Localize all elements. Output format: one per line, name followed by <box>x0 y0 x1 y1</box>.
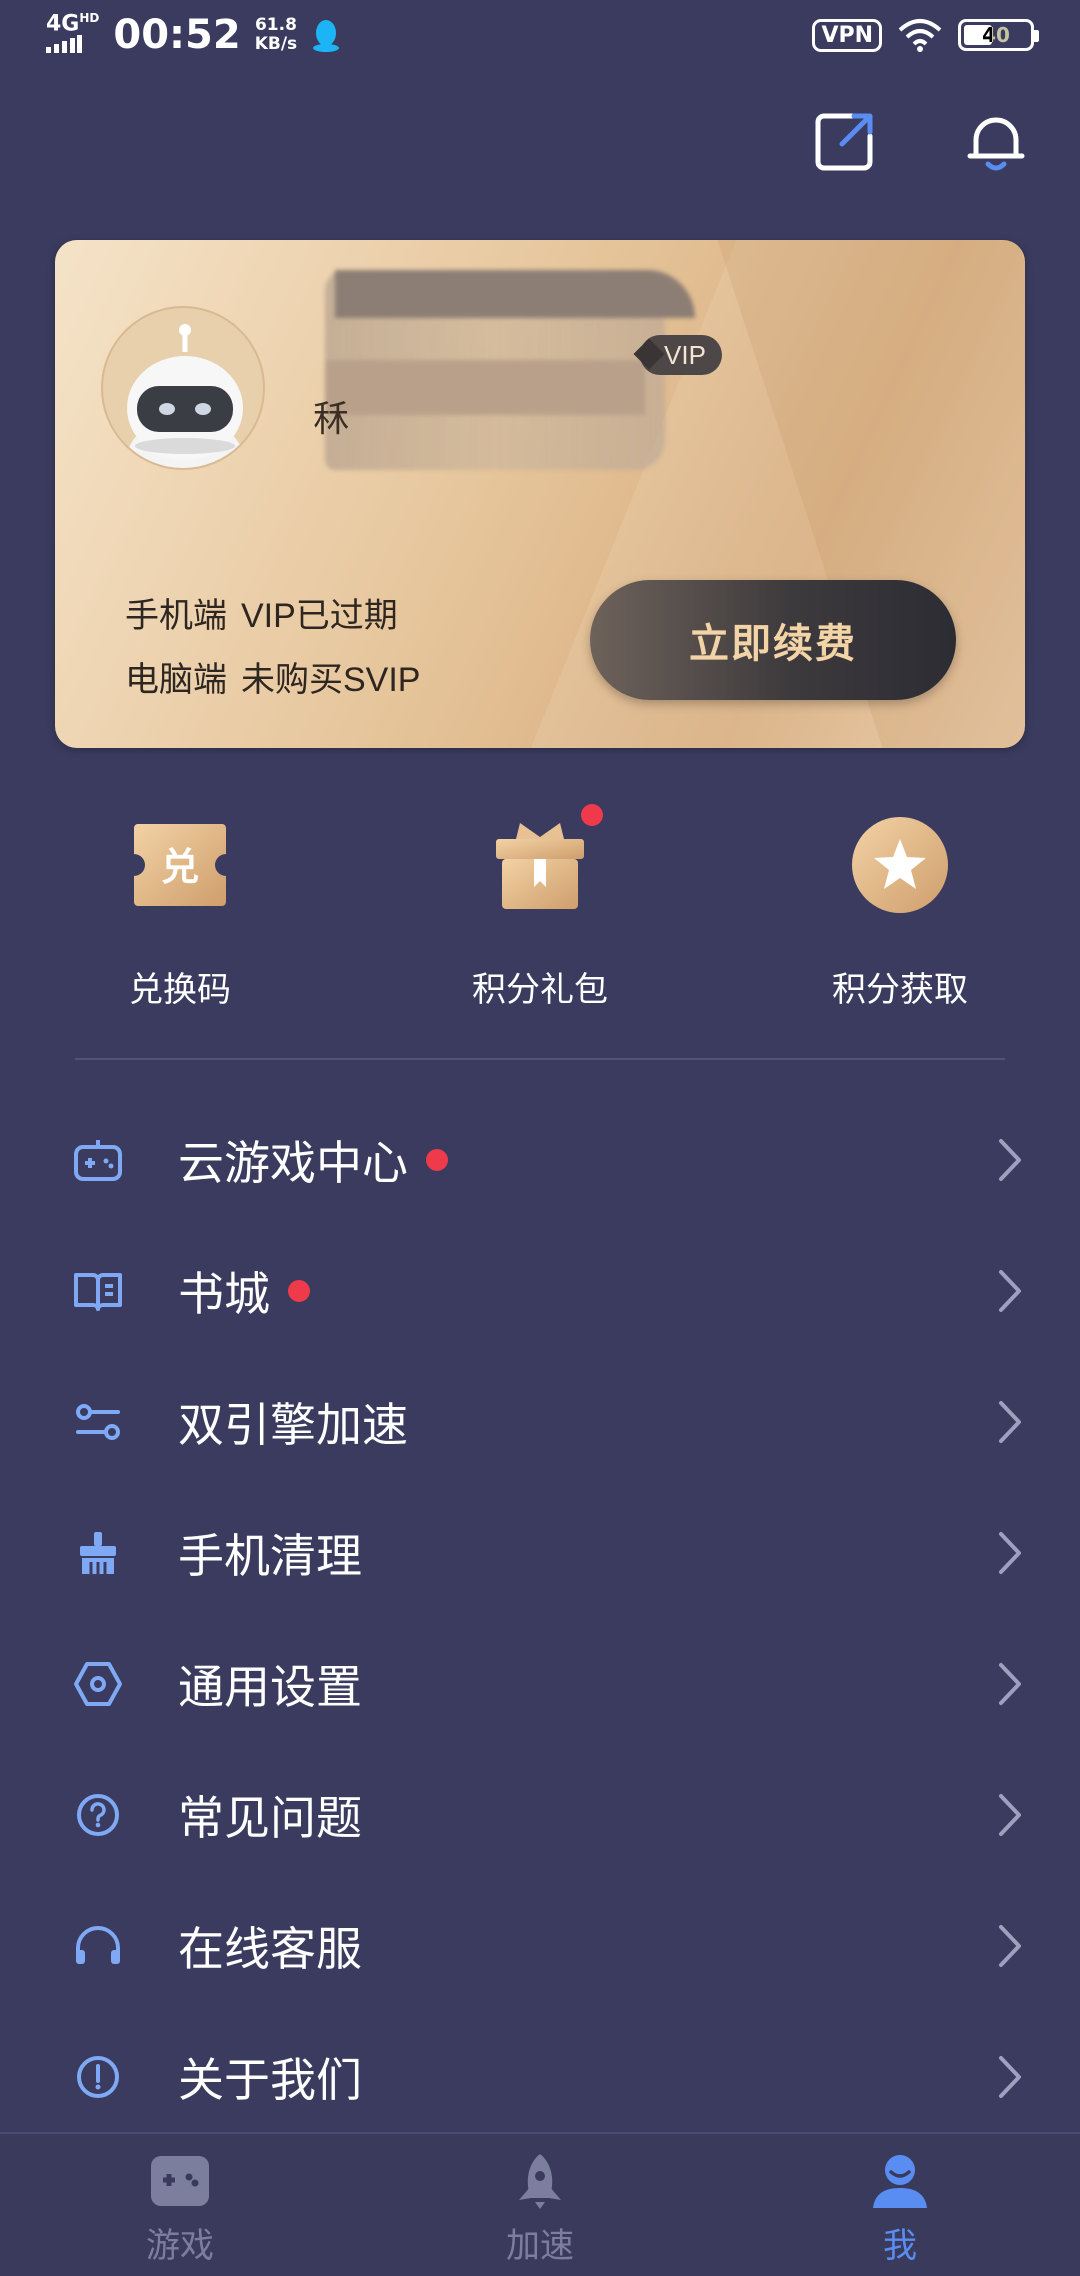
redeem-ticket-icon: 兑 <box>125 810 235 920</box>
menu-label: 常见问题 <box>178 1791 362 1844</box>
menu-item-cloud-games[interactable]: 云游戏中心 <box>0 1094 1080 1225</box>
gift-box-icon <box>485 804 603 920</box>
chevron-right-icon <box>990 1263 1030 1319</box>
quick-action-label: 积分礼包 <box>472 971 608 1009</box>
star-coin-icon <box>845 810 955 920</box>
nav-tab-boost[interactable]: 加速 <box>360 2134 720 2276</box>
menu-label: 双引擎加速 <box>178 1398 408 1451</box>
menu-item-about-us[interactable]: 关于我们 <box>0 2011 1080 2142</box>
person-icon <box>873 2155 927 2208</box>
menu-label: 手机清理 <box>178 1529 362 1582</box>
quick-action-gift[interactable]: 积分礼包 <box>360 804 720 1011</box>
settings-hexagon-icon <box>70 1656 126 1712</box>
nav-label: 我 <box>883 2227 917 2265</box>
new-badge-dot <box>581 804 603 826</box>
menu-item-general-settings[interactable]: 通用设置 <box>0 1618 1080 1749</box>
vip-status-info: 手机端 VIP已过期 电脑端 未购买SVIP <box>125 584 420 712</box>
network-speed: 61.8 KB/s <box>254 15 298 54</box>
share-external-icon[interactable] <box>810 108 878 176</box>
nav-tab-me[interactable]: 我 <box>720 2134 1080 2276</box>
question-icon <box>70 1787 126 1843</box>
vip-badge: VIP <box>640 335 722 375</box>
quick-action-label: 积分获取 <box>832 971 968 1009</box>
nav-label: 加速 <box>506 2227 574 2265</box>
nav-tab-games[interactable]: 游戏 <box>0 2134 360 2276</box>
section-divider <box>75 1058 1005 1060</box>
chevron-right-icon <box>990 1525 1030 1581</box>
vip-membership-card: 秝 VIP 手机端 VIP已过期 电脑端 未购买SVIP 立即续费 <box>55 240 1025 748</box>
network-indicator: 4GHD <box>46 12 99 58</box>
menu-item-phone-cleanup[interactable]: 手机清理 <box>0 1487 1080 1618</box>
game-controller-icon <box>151 2156 209 2206</box>
broom-icon <box>70 1525 126 1581</box>
gamepad-icon <box>70 1132 126 1188</box>
dual-engine-icon <box>70 1394 126 1450</box>
quick-action-label: 兑换码 <box>129 971 231 1009</box>
chevron-right-icon <box>990 1132 1030 1188</box>
quick-action-points[interactable]: 积分获取 <box>720 810 1080 1011</box>
headset-icon <box>70 1918 126 1974</box>
menu-item-faq[interactable]: 常见问题 <box>0 1749 1080 1880</box>
mobile-vip-status: VIP已过期 <box>241 597 398 635</box>
username-redacted <box>325 270 695 470</box>
menu-item-dual-engine[interactable]: 双引擎加速 <box>0 1356 1080 1487</box>
svg-text:兑: 兑 <box>161 845 199 889</box>
chevron-right-icon <box>990 1394 1030 1450</box>
quick-actions: 兑 兑换码 积分礼包 积分获取 <box>0 804 1080 1011</box>
chevron-right-icon <box>990 2049 1030 2105</box>
username-visible-char: 秝 <box>313 398 350 439</box>
bottom-navigation: 游戏 加速 我 <box>0 2132 1080 2276</box>
info-icon <box>70 2049 126 2105</box>
menu-label: 在线客服 <box>178 1922 362 1975</box>
rocket-icon <box>519 2154 561 2209</box>
chevron-right-icon <box>990 1656 1030 1712</box>
wifi-icon <box>898 19 942 52</box>
robot-avatar-icon <box>127 324 243 468</box>
pc-vip-status: 未购买SVIP <box>241 661 421 699</box>
chevron-right-icon <box>990 1787 1030 1843</box>
new-badge-dot <box>288 1279 310 1302</box>
chevron-right-icon <box>990 1918 1030 1974</box>
menu-label: 云游戏中心 <box>178 1136 408 1189</box>
new-badge-dot <box>426 1148 448 1171</box>
clock: 00:52 <box>113 11 241 58</box>
quick-action-redeem[interactable]: 兑 兑换码 <box>0 810 360 1011</box>
menu-item-customer-service[interactable]: 在线客服 <box>0 1880 1080 2011</box>
pc-label: 电脑端 <box>125 661 227 699</box>
top-actions <box>810 108 1030 176</box>
vpn-indicator: VPN <box>812 18 882 52</box>
battery-indicator: 40 <box>958 19 1039 51</box>
signal-icon <box>46 35 82 54</box>
book-icon <box>70 1263 126 1319</box>
nav-label: 游戏 <box>146 2227 214 2265</box>
qq-penguin-icon <box>313 19 340 52</box>
avatar[interactable] <box>101 306 265 470</box>
menu-label: 通用设置 <box>178 1660 362 1713</box>
menu-item-bookstore[interactable]: 书城 <box>0 1225 1080 1356</box>
mobile-label: 手机端 <box>125 597 227 635</box>
menu-label: 书城 <box>178 1267 270 1320</box>
notification-bell-icon[interactable] <box>962 108 1030 176</box>
renew-button[interactable]: 立即续费 <box>590 580 956 700</box>
settings-menu: 云游戏中心 书城 双引擎加速 手机清理 通用设置 常见问题 在线客服 关于我们 <box>0 1094 1080 2142</box>
menu-label: 关于我们 <box>178 2053 362 2106</box>
status-bar: 4GHD 00:52 61.8 KB/s VPN 40 <box>0 0 1080 70</box>
